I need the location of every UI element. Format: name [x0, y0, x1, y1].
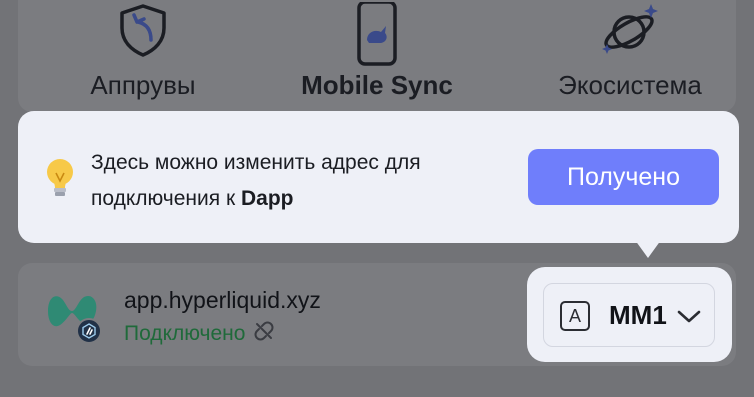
dapp-url: app.hyperliquid.xyz	[124, 287, 321, 313]
tooltip-text: Здесь можно изменить адрес для подключен…	[91, 145, 511, 217]
action-ecosystem[interactable]: Экосистема	[530, 0, 730, 112]
account-avatar: A	[560, 301, 590, 331]
account-selector[interactable]: A MM1	[543, 283, 715, 347]
action-ecosystem-label: Экосистема	[558, 70, 702, 100]
tooltip-line2-prefix: подключения к	[91, 187, 241, 210]
account-selector-highlight: A MM1	[527, 267, 732, 362]
chevron-down-icon	[676, 304, 702, 333]
tooltip-card: Здесь можно изменить адрес для подключен…	[18, 111, 739, 258]
tooltip-arrow	[635, 240, 661, 258]
arbitrum-icon	[76, 318, 102, 344]
lightbulb-icon	[44, 157, 76, 204]
planet-icon	[599, 2, 661, 65]
mobile-rabbit-icon	[355, 0, 399, 71]
account-name: MM1	[609, 300, 667, 330]
dapp-status: Подключено	[124, 320, 275, 348]
action-mobile-sync-label: Mobile Sync	[301, 70, 453, 100]
action-approvals[interactable]: Аппрувы	[43, 0, 243, 112]
got-it-button[interactable]: Получено	[528, 149, 719, 205]
action-approvals-label: Аппрувы	[90, 70, 196, 100]
tooltip-line1: Здесь можно изменить адрес для	[91, 151, 421, 174]
disconnect-link-icon[interactable]	[253, 320, 275, 348]
quick-actions-grid: Аппрувы Mobile Sync Экосистема	[18, 0, 736, 112]
action-mobile-sync[interactable]: Mobile Sync	[277, 0, 477, 112]
dapp-status-label: Подключено	[124, 322, 246, 345]
tooltip-line2: подключения к Dapp	[91, 181, 511, 217]
shield-arrow-icon	[117, 2, 169, 63]
tooltip-line2-bold: Dapp	[240, 187, 294, 210]
